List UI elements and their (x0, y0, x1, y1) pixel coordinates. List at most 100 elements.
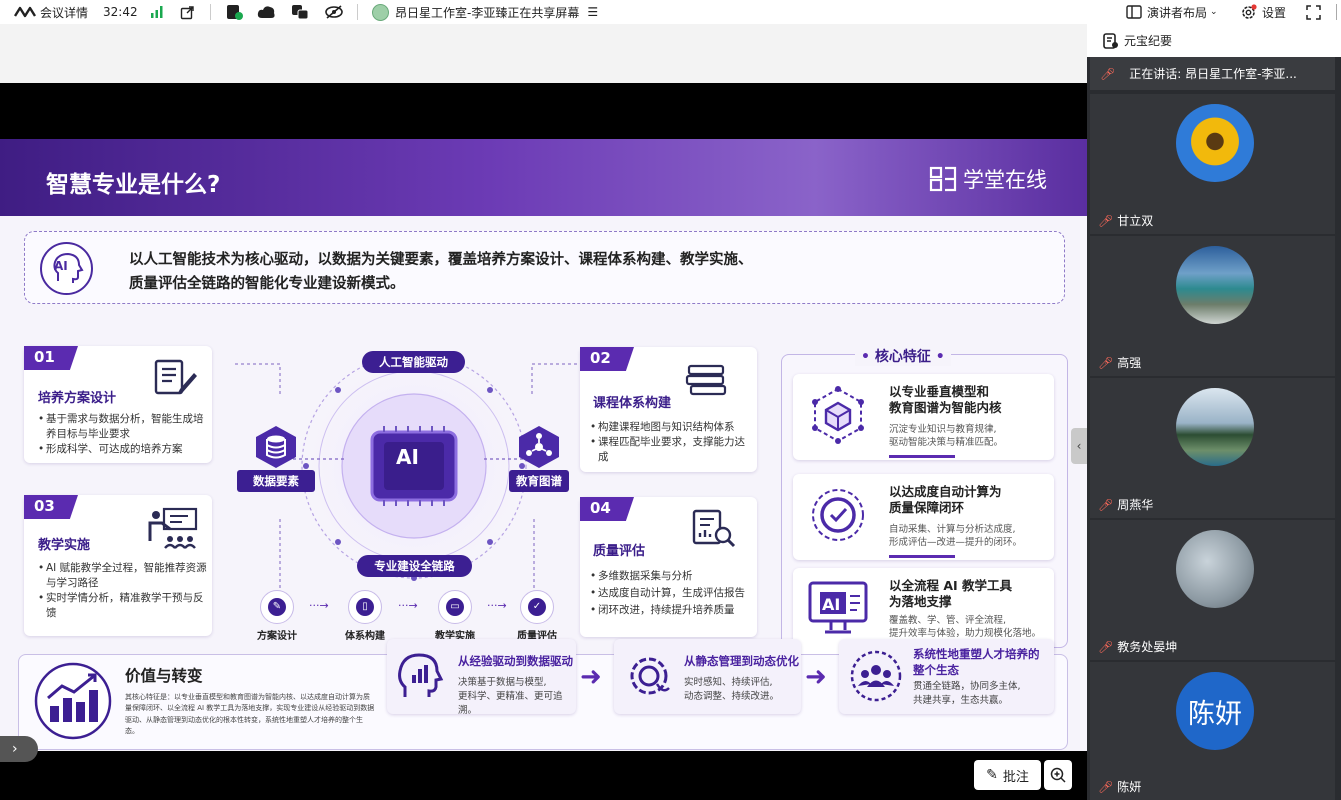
participant-name: 高强 (1117, 356, 1142, 370)
participant-tile[interactable]: 陈妍 🎤︎ 陈妍 (1090, 662, 1335, 800)
participant-tile[interactable]: 🎤︎ 周燕华 (1090, 378, 1335, 518)
card-title: 质量评估 (593, 544, 646, 559)
core-features-title-text: 核心特征 (874, 349, 931, 365)
meeting-info-button[interactable]: 会议详情 (14, 0, 88, 24)
feature-title-line: 教育图谱为智能内核 (889, 400, 1002, 415)
popout-icon[interactable] (180, 0, 195, 24)
chevron-down-icon: ⌄ (1210, 7, 1218, 17)
zoom-in-button[interactable] (1044, 760, 1072, 790)
mic-muted-icon: 🎤︎ (1098, 213, 1114, 228)
participant-name: 甘立双 (1117, 214, 1154, 228)
feature-desc: 沉淀专业知识与教育规律, 驱动智能决策与精准匹配。 (889, 423, 1003, 449)
yuanbao-notes-label: 元宝纪要 (1124, 34, 1173, 48)
card-number: 03 (24, 495, 78, 519)
teacher-board-icon (148, 507, 198, 549)
network-graph-icon (519, 426, 559, 468)
bullet-item: 构建课程地图与知识结构体系 (590, 420, 752, 435)
feature-desc-line: 沉淀专业知识与教育规律, (889, 424, 997, 435)
pencil-icon: ✎ (260, 590, 294, 624)
sharer-info[interactable]: 昂日星工作室-李亚臻正在共享屏幕 ☰ (372, 0, 598, 24)
team-ecosystem-icon (850, 650, 902, 702)
feature-underline (889, 555, 955, 558)
card-bullet-list: 构建课程地图与知识结构体系 课程匹配毕业要求，支撑能力达成 (590, 420, 752, 465)
bullet-item: 基于需求与数据分析，智能生成培养目标与毕业要求 (38, 412, 208, 442)
data-element-node: 数据要素 (237, 425, 315, 493)
intro-line-2: 质量评估全链路的智能化专业建设新模式。 (129, 276, 405, 292)
hide-eye-icon[interactable] (324, 0, 344, 24)
feature-title-line: 以专业垂直模型和 (889, 384, 990, 399)
layout-icon (1126, 5, 1142, 19)
intro-line-1: 以人工智能技术为核心驱动，以数据为关键要素，覆盖培养方案设计、课程体系构建、教学… (129, 252, 753, 268)
divider (210, 4, 211, 20)
screen-icon: ▭ (438, 590, 472, 624)
card-teaching: 03 教学实施 AI 赋能教学全过程，智能推荐资源与学习路径 实时学情分析，精准… (24, 495, 212, 636)
bullet-item: 形成科学、可达成的培养方案 (38, 442, 208, 457)
feature-desc-line: 形成评估—改进—提升的闭环。 (889, 537, 1023, 548)
xuetang-logo-icon (929, 166, 957, 192)
card-training-plan: 01 培养方案设计 基于需求与数据分析，智能生成培养目标与毕业要求 形成科学、可… (24, 346, 212, 463)
ai-monitor-icon: AI (808, 581, 868, 634)
book-icon: ▯ (348, 590, 382, 624)
translate-icon[interactable] (291, 0, 310, 24)
mic-muted-icon: 🎤︎ (1098, 779, 1114, 794)
feature-title-line: 质量保障闭环 (889, 500, 965, 515)
arrow-right-icon: ···→ (398, 599, 418, 612)
participant-tile[interactable]: 🎤︎ 教务处晏坤 (1090, 520, 1335, 660)
annotate-button[interactable]: ✎ 批注 (974, 760, 1041, 790)
divider (357, 4, 358, 20)
svg-text:AI: AI (822, 595, 840, 614)
avatar (1176, 388, 1254, 466)
card-title: 课程体系构建 (593, 396, 672, 411)
letterbox-bottom (0, 751, 1087, 800)
collapse-panel-handle[interactable]: ‹ (1071, 428, 1087, 464)
participant-name-row: 🎤︎ 陈妍 (1098, 778, 1141, 795)
shared-screen: 智慧专业是什么? 学堂在线 AI 以人工智能技术为核心驱动，以数据为关键要素，覆… (0, 24, 1087, 800)
value-desc-line: 实时感知、持续评估, (684, 677, 773, 688)
participant-name-row: 🎤︎ 高强 (1098, 354, 1141, 371)
bullet-item: AI 赋能教学全过程，智能推荐资源与学习路径 (38, 561, 208, 591)
ai-driven-pill: 人工智能驱动 (362, 351, 465, 373)
speaking-text: 正在讲话: 昂日星工作室-李亚... (1129, 67, 1297, 81)
intro-banner: AI 以人工智能技术为核心驱动，以数据为关键要素，覆盖培养方案设计、课程体系构建… (24, 231, 1065, 304)
feature-desc: 覆盖教、学、管、评全流程, 提升效率与体验，助力规模化落地。 (889, 614, 1041, 640)
head-chart-icon (398, 653, 444, 697)
divider (1336, 4, 1337, 20)
value-box-desc: 实时感知、持续评估, 动态调整、持续改进。 (684, 676, 779, 704)
tencent-meeting-logo-icon (14, 6, 36, 18)
brand-logo-text: 学堂在线 (963, 168, 1047, 192)
fullscreen-icon[interactable] (1306, 0, 1321, 24)
mic-muted-icon: 🎤︎ (1098, 497, 1114, 512)
mic-muted-icon: 🎤︎ (1098, 355, 1114, 370)
participant-name-row: 🎤︎ 教务处晏坤 (1098, 638, 1177, 655)
chain-step-teaching: ▭ 教学实施 (424, 590, 486, 642)
participant-tile[interactable]: 🎤︎ 高强 (1090, 236, 1335, 376)
value-box: 从静态管理到动态优化 实时感知、持续评估, 动态调整、持续改进。 (614, 639, 801, 714)
meeting-toolbar: 会议详情 32:42 昂日星工作室-李亚臻正在共享屏幕 ☰ 演讲者布局 ⌄ 设置 (0, 0, 1341, 24)
value-desc-line: 决策基于数据与模型, (458, 677, 547, 688)
arrow-right-icon: ➜ (580, 662, 602, 692)
recording-icon[interactable] (226, 0, 243, 24)
mic-muted-icon: 🎤︎ (1100, 66, 1116, 81)
gear-refresh-icon (630, 657, 670, 695)
slide-header: 智慧专业是什么? 学堂在线 (0, 139, 1087, 216)
chain-step-plan: ✎ 方案设计 (246, 590, 308, 642)
card-number: 01 (24, 346, 78, 370)
mic-muted-icon: 🎤︎ (1098, 639, 1114, 654)
avatar: 陈妍 (1176, 672, 1254, 750)
expand-toolbar-button[interactable]: › (0, 736, 38, 762)
settings-button[interactable]: 设置 (1240, 0, 1286, 24)
layout-button[interactable]: 演讲者布局 ⌄ (1126, 0, 1218, 24)
cloud-icon[interactable] (257, 0, 276, 24)
ai-chip-label: AI (396, 445, 419, 469)
card-number: 04 (580, 497, 634, 521)
core-features-title: • 核心特征 • (855, 346, 951, 366)
feature-title: 以达成度自动计算为 质量保障闭环 (889, 484, 1002, 516)
feature-desc-line: 自动采集、计算与分析达成度, (889, 524, 1016, 535)
feature-desc: 自动采集、计算与分析达成度, 形成评估—改进—提升的闭环。 (889, 523, 1022, 549)
growth-chart-icon (34, 662, 112, 740)
participant-tile[interactable]: 🎤︎ 甘立双 (1090, 94, 1335, 234)
notes-icon (1103, 32, 1118, 49)
yuanbao-notes-button[interactable]: 元宝纪要 (1087, 24, 1341, 57)
report-search-icon (692, 509, 736, 548)
value-box-title: 从经验驱动到数据驱动 (458, 654, 573, 668)
